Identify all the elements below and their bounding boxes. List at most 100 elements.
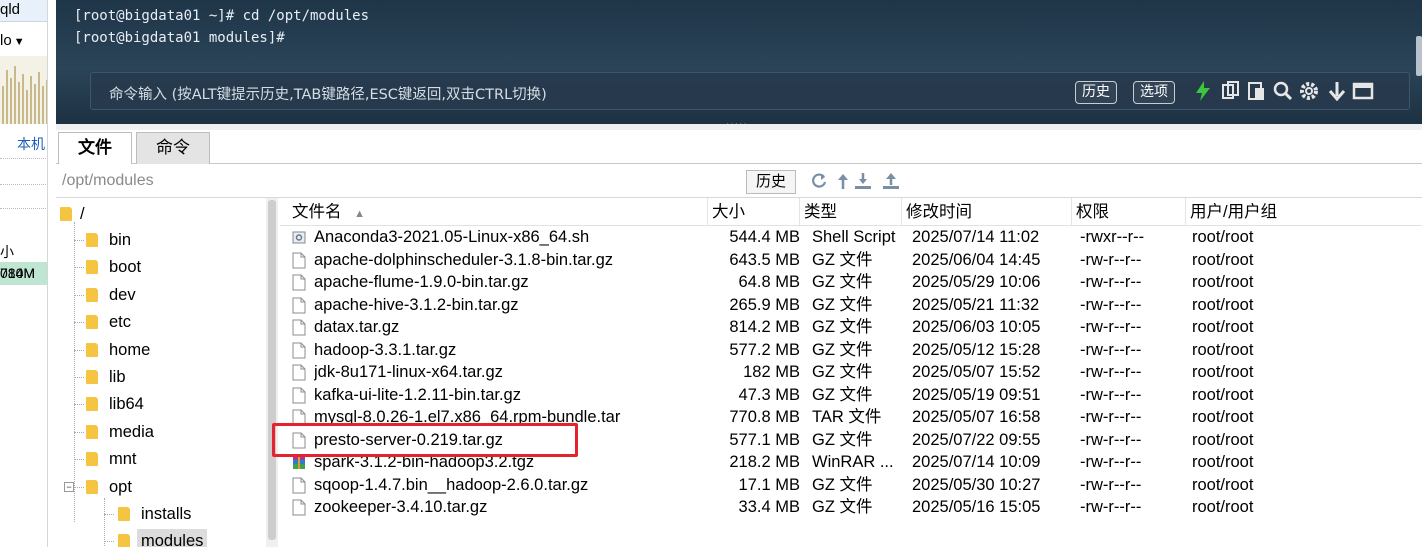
file-owner: root/root (1192, 228, 1254, 246)
up-icon[interactable] (834, 172, 852, 190)
copy-icon[interactable] (1219, 79, 1243, 103)
file-permissions: -rw-r--r-- (1080, 363, 1142, 381)
file-owner: root/root (1192, 430, 1254, 449)
file-type: GZ 文件 (812, 273, 873, 291)
file-row[interactable]: datax.tar.gz 814.2 MB GZ 文件 2025/06/03 10:0… (280, 316, 1422, 339)
file-owner: root/root (1192, 340, 1254, 359)
terminal-panel[interactable]: [root@bigdata01 ~]# cd /opt/modules [roo… (56, 0, 1422, 124)
file-modified: 2025/07/14 11:02 (912, 228, 1040, 246)
file-size: 17.1 MB (738, 475, 800, 494)
tree-guide-line (74, 240, 84, 241)
tree-node-label: bin (109, 231, 132, 249)
file-modified: 2025/05/07 16:58 (912, 408, 1041, 426)
tree-node-label: dev (109, 285, 136, 304)
tree-scrollbar-thumb[interactable] (268, 200, 276, 540)
tab-files[interactable]: 文件 (58, 132, 132, 165)
file-permissions: -rw-r--r-- (1080, 408, 1142, 426)
file-type: GZ 文件 (812, 363, 873, 381)
file-owner: root/root (1192, 498, 1254, 516)
download-icon[interactable] (854, 172, 872, 190)
column-header-type[interactable]: 类型 (800, 198, 902, 226)
file-type: Shell Script (812, 228, 896, 246)
tree-node-label: lib64 (109, 395, 144, 414)
file-row[interactable]: apache-hive-3.1.2-bin.tar.gz 265.9 MB GZ 文… (280, 294, 1422, 317)
path-input[interactable]: /opt/modules (62, 172, 154, 190)
file-type: TAR 文件 (812, 408, 882, 426)
gear-icon[interactable] (1297, 79, 1321, 103)
search-icon[interactable] (1271, 79, 1295, 103)
file-icon (292, 477, 306, 494)
file-row[interactable]: zookeeper-3.4.10.tar.gz 33.4 MB GZ 文件 2025/… (280, 496, 1422, 519)
file-type: GZ 文件 (812, 340, 873, 359)
tree-scrollbar[interactable] (266, 198, 278, 547)
path-bar: /opt/modules 历史 (56, 164, 1422, 198)
file-modified: 2025/05/12 15:28 (912, 340, 1041, 359)
tree-node-label: etc (109, 313, 132, 332)
lightning-icon[interactable] (1191, 79, 1215, 103)
file-type: GZ 文件 (812, 295, 873, 314)
column-header-permissions[interactable]: 权限 (1072, 198, 1186, 226)
refresh-icon[interactable] (810, 172, 828, 190)
divider (0, 158, 47, 159)
folder-icon (60, 207, 72, 221)
file-row[interactable]: hadoop-3.3.1.tar.gz 577.2 MB GZ 文件 2025/05/… (280, 339, 1422, 362)
window-icon[interactable] (1351, 79, 1375, 103)
folder-icon (118, 507, 130, 521)
tree-node-label: mnt (109, 450, 137, 469)
file-icon (292, 274, 306, 291)
file-permissions: -rw-r--r-- (1080, 385, 1142, 404)
file-owner: root/root (1192, 408, 1254, 426)
options-button[interactable]: 选项 (1133, 81, 1175, 104)
tab-bar: 文件 命令 (56, 130, 1422, 165)
command-input-bar[interactable]: 命令输入 (按ALT键提示历史,TAB键路径,ESC键返回,双击CTRL切换) … (90, 72, 1410, 110)
file-row[interactable]: kafka-ui-lite-1.2.11-bin.tar.gz 47.3 MB GZ… (280, 384, 1422, 407)
file-type: GZ 文件 (812, 385, 873, 404)
folder-icon (86, 452, 98, 467)
file-row[interactable]: jdk-8u171-linux-x64.tar.gz 182 MB GZ 文件 202… (280, 361, 1422, 384)
file-size: 33.4 MB (738, 498, 800, 516)
left-panel-top-item[interactable]: qld (0, 0, 47, 22)
tree-guide-line (104, 514, 114, 515)
user-dropdown[interactable]: lo ▼ (0, 32, 25, 49)
file-permissions: -rw-r--r-- (1080, 250, 1142, 269)
file-row[interactable]: apache-flume-1.9.0-bin.tar.gz 64.8 MB GZ 文… (280, 271, 1422, 294)
paste-icon[interactable] (1245, 79, 1269, 103)
file-permissions: -rw-r--r-- (1080, 295, 1142, 314)
directory-tree[interactable]: / bin boot dev etc home lib lib64 media mnt opt − i… (56, 198, 266, 547)
folder-icon (118, 534, 130, 547)
file-modified: 2025/06/04 14:45 (912, 250, 1041, 269)
file-name: apache-hive-3.1.2-bin.tar.gz (314, 295, 519, 314)
file-row[interactable]: sqoop-1.4.7.bin__hadoop-2.6.0.tar.gz 17.1… (280, 474, 1422, 497)
terminal-scrollbar[interactable] (1416, 36, 1422, 76)
command-input-placeholder: 命令输入 (按ALT键提示历史,TAB键路径,ESC键返回,双击CTRL切换) (109, 87, 547, 103)
column-header-size[interactable]: 大小 (708, 198, 800, 226)
column-header-modified[interactable]: 修改时间 (902, 198, 1072, 226)
tree-guide-line (74, 486, 84, 488)
file-type: GZ 文件 (812, 318, 873, 336)
folder-icon (86, 397, 98, 412)
column-header-owner[interactable]: 用户/用户组 (1186, 198, 1306, 226)
file-modified: 2025/05/16 15:05 (912, 498, 1041, 516)
file-size: 544.4 MB (729, 228, 800, 246)
file-row[interactable]: Anaconda3-2021.05-Linux-x86_64.sh 544.4 M… (280, 226, 1422, 249)
tab-commands[interactable]: 命令 (136, 132, 210, 164)
collapse-toggle-icon[interactable]: − (64, 481, 74, 492)
path-history-button[interactable]: 历史 (746, 170, 796, 194)
disk-usage-header: 小 (0, 244, 14, 260)
tree-guide-line (104, 541, 114, 543)
file-row[interactable]: apache-dolphinscheduler-3.1.8-bin.tar.gz… (280, 249, 1422, 272)
file-name: hadoop-3.3.1.tar.gz (314, 340, 457, 359)
upload-icon[interactable] (882, 172, 900, 190)
file-icon (292, 297, 306, 314)
file-size: 218.2 MB (729, 453, 800, 471)
local-machine-label[interactable]: 本机 (17, 134, 45, 154)
file-type: WinRAR ... (812, 453, 894, 471)
history-button[interactable]: 历史 (1075, 81, 1117, 104)
left-side-panel: qld lo▼ 本机 小 G/35GG/3.8GG/3.8GG/3.8GG/3.… (0, 0, 48, 547)
download-icon[interactable] (1325, 79, 1349, 103)
column-header-name[interactable]: 文件名 ▲ (280, 198, 708, 226)
file-size: 643.5 MB (729, 250, 800, 269)
highlight-annotation-box (272, 423, 578, 457)
file-list[interactable]: 文件名 ▲ 大小 类型 修改时间 权限 用户/用户组 Anaconda3-202… (280, 198, 1422, 547)
file-size: 814.2 MB (729, 318, 800, 336)
